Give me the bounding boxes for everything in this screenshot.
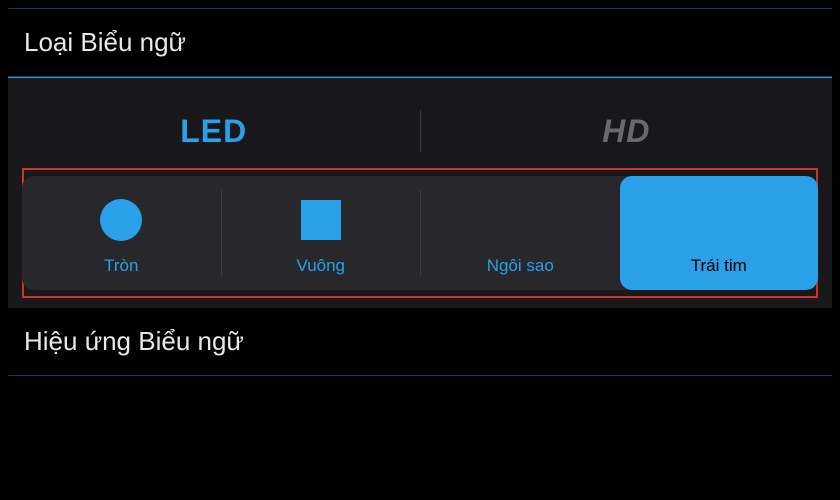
shape-option-heart[interactable]: Trái tim [620,176,819,290]
banner-effect-title: Hiệu ứng Biểu ngữ [8,308,832,376]
shapes-section: Tròn Vuông [8,176,832,308]
banner-type-content: LED HD Tròn [8,77,832,308]
shape-option-circle[interactable]: Tròn [22,176,221,290]
circle-icon [100,198,142,242]
shape-label: Tròn [104,256,138,276]
shape-option-square[interactable]: Vuông [222,176,421,290]
tab-hd[interactable]: HD [421,113,833,150]
tab-led[interactable]: LED [8,113,420,150]
square-icon [301,198,341,242]
shape-option-star[interactable]: Ngôi sao [421,176,620,290]
shape-label: Ngôi sao [487,256,554,276]
display-mode-tabs: LED HD [8,78,832,176]
shape-label: Trái tim [691,256,747,276]
banner-type-title: Loại Biểu ngữ [8,8,832,77]
shape-options-row: Tròn Vuông [22,176,818,290]
shape-label: Vuông [296,256,345,276]
